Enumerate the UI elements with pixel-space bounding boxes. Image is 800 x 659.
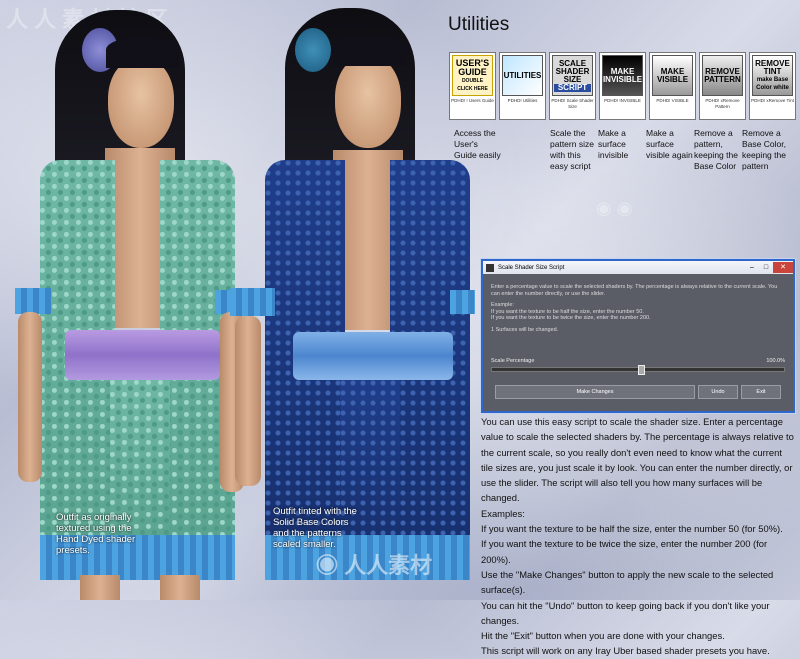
figure-green-outfit: Outfit as originally textured using the … bbox=[10, 0, 250, 600]
minimize-icon[interactable]: – bbox=[745, 262, 759, 273]
caption-right: Outfit tinted with the Solid Base Colors… bbox=[273, 506, 357, 550]
tool-utilities[interactable]: UTILITIES PDHD! Utilities bbox=[499, 52, 546, 120]
desc-make-invisible: Make a surface invisible bbox=[598, 128, 629, 160]
maximize-icon[interactable]: □ bbox=[759, 262, 773, 273]
make-invisible-icon: MAKE INVISIBLE bbox=[602, 55, 643, 96]
tool-remove-tint[interactable]: REMOVE TINT make Base Color white PDHD! … bbox=[749, 52, 796, 120]
watermark-logo-bottom: ◉ 人人素材 bbox=[316, 553, 433, 578]
figure-blue-outfit: Outfit tinted with the Solid Base Colors… bbox=[225, 0, 475, 600]
make-visible-icon: MAKE VISIBLE bbox=[652, 55, 693, 96]
description-text: You can use this easy script to scale th… bbox=[481, 414, 796, 659]
teal-flower-icon bbox=[295, 28, 331, 72]
body-line: Examples: bbox=[481, 507, 525, 519]
desc-remove-pattern: Remove a pattern, keeping the Base Color bbox=[694, 128, 738, 171]
tool-descriptions: Access the User's Guide easily Scale the… bbox=[454, 128, 798, 172]
body-line: You can hit the "Undo" button to keep go… bbox=[481, 599, 770, 626]
remove-pattern-icon: REMOVE PATTERN bbox=[702, 55, 743, 96]
exit-button[interactable]: Exit bbox=[741, 385, 781, 399]
dialog-example-double: If you want the texture to be twice the … bbox=[491, 315, 651, 321]
close-icon[interactable]: ✕ bbox=[773, 262, 793, 273]
tool-make-invisible[interactable]: MAKE INVISIBLE PDHD! INVISIBLE bbox=[599, 52, 646, 120]
dialog-surfaces: 1 Surfaces will be changed. bbox=[491, 326, 559, 333]
body-line: Hit the "Exit" button when you are done … bbox=[481, 630, 725, 642]
tool-users-guide[interactable]: USER'S GUIDE DOUBLE CLICK HERE PDHD! ! U… bbox=[449, 52, 496, 120]
users-guide-icon: USER'S GUIDE DOUBLE CLICK HERE bbox=[452, 55, 493, 96]
desc-scale-shader: Scale the pattern size with this easy sc… bbox=[550, 128, 594, 171]
caption-left: Outfit as originally textured using the … bbox=[56, 512, 136, 556]
scale-slider-row: Scale Percentage 100.0% bbox=[491, 358, 785, 375]
tool-remove-pattern[interactable]: REMOVE PATTERN PDHD! xRemove Pattern bbox=[699, 52, 746, 120]
undo-button[interactable]: Undo bbox=[698, 385, 738, 399]
body-line: This script will work on any Iray Uber b… bbox=[481, 645, 770, 657]
scale-shader-icon: SCALE SHADER SIZE SCRIPT bbox=[552, 55, 593, 96]
body-line: If you want the texture to be half the s… bbox=[481, 523, 783, 535]
dialog-intro: Enter a percentage value to scale the se… bbox=[491, 284, 778, 297]
utilities-title: Utilities bbox=[448, 14, 510, 35]
make-changes-button[interactable]: Make Changes bbox=[495, 385, 695, 399]
tool-make-visible[interactable]: MAKE VISIBLE PDHD! VISIBLE bbox=[649, 52, 696, 120]
dialog-titlebar[interactable]: Scale Shader Size Script – □ ✕ bbox=[483, 261, 793, 274]
remove-tint-icon: REMOVE TINT make Base Color white bbox=[752, 55, 793, 96]
slider-label: Scale Percentage bbox=[491, 358, 535, 364]
desc-make-visible: Make a surface visible again bbox=[646, 128, 693, 160]
scale-shader-dialog: Scale Shader Size Script – □ ✕ Enter a p… bbox=[481, 259, 795, 413]
slider-knob[interactable] bbox=[638, 365, 645, 375]
desc-remove-tint: Remove a Base Color, keeping the pattern bbox=[742, 128, 786, 171]
utilities-toolbar: USER'S GUIDE DOUBLE CLICK HERE PDHD! ! U… bbox=[449, 52, 796, 120]
scale-slider[interactable] bbox=[491, 365, 785, 375]
body-paragraph: You can use this easy script to scale th… bbox=[481, 416, 794, 504]
utilities-icon: UTILITIES bbox=[502, 55, 543, 96]
app-icon bbox=[486, 263, 494, 272]
desc-users-guide: Access the User's Guide easily bbox=[454, 128, 501, 160]
desc-utilities bbox=[502, 128, 550, 172]
slider-value[interactable]: 100.0% bbox=[766, 358, 785, 364]
tool-scale-shader[interactable]: SCALE SHADER SIZE SCRIPT PDHD! Scale Sha… bbox=[549, 52, 596, 120]
dialog-body: Enter a percentage value to scale the se… bbox=[483, 274, 793, 333]
body-line: Use the "Make Changes" button to apply t… bbox=[481, 568, 774, 596]
watermark-logo-mid: ◉ ◉ bbox=[596, 198, 633, 218]
body-line: If you want the texture to be twice the … bbox=[481, 538, 768, 565]
dialog-title: Scale Shader Size Script bbox=[498, 264, 565, 271]
